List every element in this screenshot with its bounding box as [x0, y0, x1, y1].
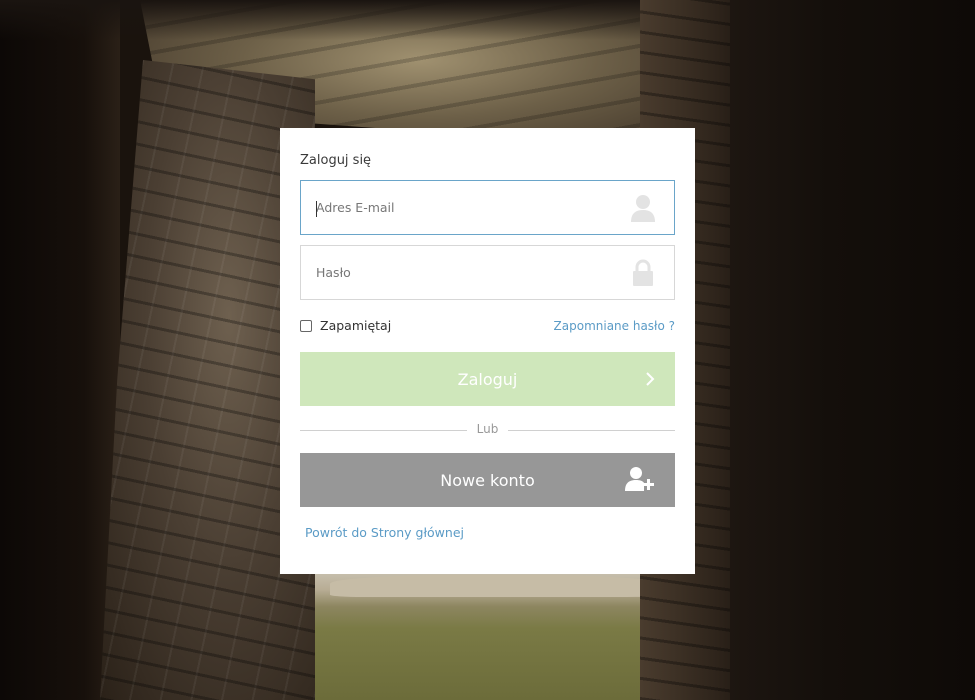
- background-shadow-left: [0, 0, 120, 700]
- or-divider: Lub: [300, 422, 675, 438]
- text-caret: [316, 201, 317, 217]
- email-input[interactable]: [301, 181, 674, 234]
- new-account-button[interactable]: Nowe konto: [300, 453, 675, 507]
- new-account-label: Nowe konto: [440, 470, 535, 490]
- login-title: Zaloguj się: [300, 153, 372, 168]
- add-user-icon: [625, 467, 654, 491]
- back-to-home-link[interactable]: Powrót do Strony głównej: [305, 525, 464, 540]
- remember-label: Zapamiętaj: [320, 318, 392, 333]
- background-path: [330, 575, 660, 597]
- email-field[interactable]: [300, 180, 675, 235]
- chevron-right-icon: [646, 372, 655, 386]
- password-input[interactable]: [301, 246, 674, 299]
- divider-line: [508, 430, 675, 431]
- login-card: Zaloguj się Zapamiętaj Zapomniane hasło …: [280, 128, 695, 574]
- remember-checkbox[interactable]: [300, 319, 312, 332]
- login-button[interactable]: Zaloguj: [300, 352, 675, 406]
- remember-me[interactable]: Zapamiętaj: [300, 318, 391, 333]
- divider-label: Lub: [476, 422, 499, 436]
- password-field[interactable]: [300, 245, 675, 300]
- user-icon: [631, 195, 655, 222]
- background-shadow-right: [730, 0, 975, 700]
- login-button-label: Zaloguj: [457, 369, 518, 389]
- lock-icon: [633, 259, 653, 286]
- forgot-password-link[interactable]: Zapomniane hasło ?: [554, 319, 675, 333]
